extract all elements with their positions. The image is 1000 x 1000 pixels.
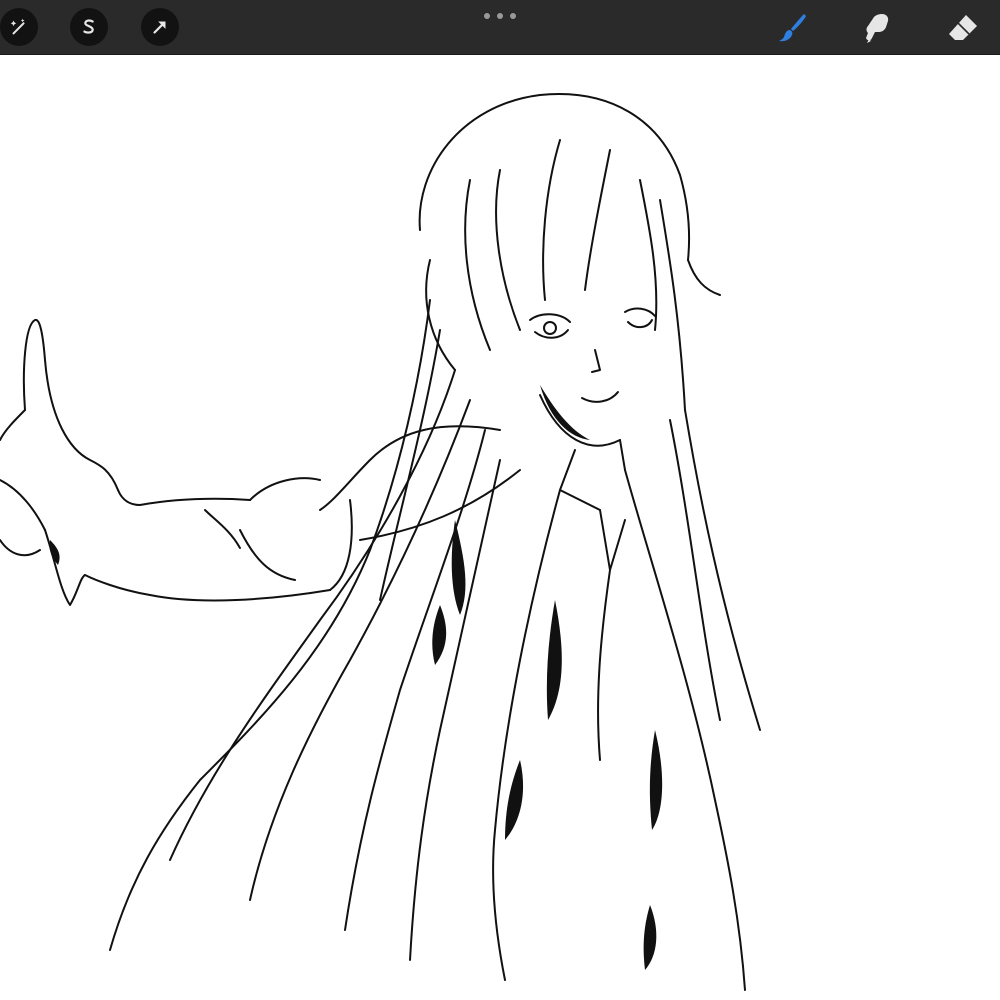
smudge-tool-button[interactable] bbox=[858, 9, 896, 47]
transform-arrow-icon bbox=[153, 21, 166, 34]
selection-button[interactable] bbox=[70, 8, 108, 46]
drawing-canvas[interactable] bbox=[0, 55, 1000, 1000]
more-dots-icon bbox=[484, 13, 490, 19]
selection-s-icon bbox=[83, 19, 94, 34]
adjustments-button[interactable] bbox=[0, 8, 38, 46]
smudge-finger-icon bbox=[866, 14, 889, 43]
paintbrush-icon bbox=[779, 14, 806, 42]
eraser-tool-button[interactable] bbox=[944, 9, 982, 47]
top-toolbar bbox=[0, 0, 1000, 55]
more-menu-button[interactable] bbox=[484, 10, 516, 22]
sketch-artwork bbox=[0, 93, 761, 991]
eraser-icon bbox=[949, 15, 977, 40]
brush-tool-button[interactable] bbox=[773, 9, 811, 47]
transform-button[interactable] bbox=[141, 8, 179, 46]
magic-wand-icon bbox=[10, 18, 25, 35]
